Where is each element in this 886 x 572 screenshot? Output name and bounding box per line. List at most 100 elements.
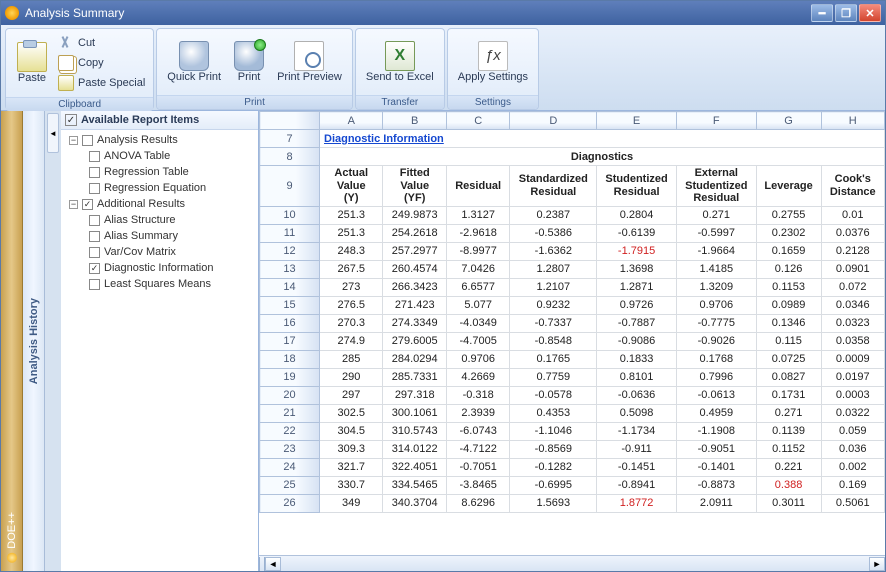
data-cell[interactable]: -4.7122 xyxy=(446,440,509,458)
close-button[interactable]: ✕ xyxy=(859,4,881,22)
row-header[interactable]: 15 xyxy=(260,296,320,314)
data-cell[interactable]: -0.0578 xyxy=(510,386,597,404)
data-cell[interactable]: -0.5386 xyxy=(510,224,597,242)
data-cell[interactable]: 314.0122 xyxy=(383,440,446,458)
data-cell[interactable]: 334.5465 xyxy=(383,476,446,494)
data-cell[interactable]: -0.7051 xyxy=(446,458,509,476)
tree-item[interactable]: Var/Cov Matrix xyxy=(61,244,258,260)
data-cell[interactable]: 0.1139 xyxy=(756,422,821,440)
data-cell[interactable]: 0.1768 xyxy=(676,350,756,368)
tree-item[interactable]: Alias Structure xyxy=(61,212,258,228)
row-header[interactable]: 10 xyxy=(260,206,320,224)
data-cell[interactable]: -0.8941 xyxy=(597,476,677,494)
data-cell[interactable]: -0.911 xyxy=(597,440,677,458)
data-cell[interactable]: 349 xyxy=(320,494,383,512)
data-cell[interactable]: 1.8772 xyxy=(597,494,677,512)
sheet-scroll[interactable]: ABCDEFGH7Diagnostic Information8Diagnost… xyxy=(259,111,885,555)
collapse-icon[interactable]: − xyxy=(69,136,78,145)
data-cell[interactable]: -0.0636 xyxy=(597,386,677,404)
item-checkbox[interactable] xyxy=(89,215,100,226)
tree-group[interactable]: −Analysis Results xyxy=(61,132,258,148)
data-cell[interactable]: 276.5 xyxy=(320,296,383,314)
data-cell[interactable]: 0.4353 xyxy=(510,404,597,422)
data-cell[interactable]: -0.5997 xyxy=(676,224,756,242)
col-header[interactable]: D xyxy=(510,112,597,130)
data-cell[interactable]: 0.1659 xyxy=(756,242,821,260)
data-cell[interactable]: 0.271 xyxy=(756,404,821,422)
data-cell[interactable]: 0.2387 xyxy=(510,206,597,224)
data-cell[interactable]: 248.3 xyxy=(320,242,383,260)
data-cell[interactable]: 0.169 xyxy=(821,476,885,494)
data-cell[interactable]: 1.2871 xyxy=(597,278,677,296)
copy-button[interactable]: Copy xyxy=(54,53,149,73)
data-cell[interactable]: 0.9726 xyxy=(597,296,677,314)
tree-item[interactable]: Diagnostic Information xyxy=(61,260,258,276)
data-cell[interactable]: 304.5 xyxy=(320,422,383,440)
data-cell[interactable]: 0.9706 xyxy=(676,296,756,314)
data-cell[interactable]: -0.8569 xyxy=(510,440,597,458)
data-cell[interactable]: 0.388 xyxy=(756,476,821,494)
data-cell[interactable]: -1.9664 xyxy=(676,242,756,260)
data-cell[interactable]: 0.2128 xyxy=(821,242,885,260)
data-cell[interactable]: 0.2302 xyxy=(756,224,821,242)
data-cell[interactable]: 0.2755 xyxy=(756,206,821,224)
collapse-tree-button[interactable]: ◄ xyxy=(47,113,59,153)
row-header[interactable]: 11 xyxy=(260,224,320,242)
item-checkbox[interactable] xyxy=(89,167,100,178)
row-header[interactable]: 18 xyxy=(260,350,320,368)
row-header[interactable]: 19 xyxy=(260,368,320,386)
tree-item[interactable]: Regression Equation xyxy=(61,180,258,196)
col-header[interactable]: H xyxy=(821,112,885,130)
data-cell[interactable]: 251.3 xyxy=(320,224,383,242)
data-cell[interactable]: -4.0349 xyxy=(446,314,509,332)
data-cell[interactable]: 297.318 xyxy=(383,386,446,404)
data-cell[interactable]: -0.1401 xyxy=(676,458,756,476)
paste-special-button[interactable]: Paste Special xyxy=(54,73,149,93)
data-cell[interactable]: -0.8548 xyxy=(510,332,597,350)
data-cell[interactable]: 0.0003 xyxy=(821,386,885,404)
col-header[interactable]: G xyxy=(756,112,821,130)
row-header[interactable]: 17 xyxy=(260,332,320,350)
corner-cell[interactable] xyxy=(260,112,320,130)
tree-group[interactable]: −Additional Results xyxy=(61,196,258,212)
header-checkbox[interactable]: ✓ xyxy=(65,114,77,126)
data-cell[interactable]: -1.6362 xyxy=(510,242,597,260)
data-cell[interactable]: 0.1833 xyxy=(597,350,677,368)
data-cell[interactable]: 0.1765 xyxy=(510,350,597,368)
row-header[interactable]: 21 xyxy=(260,404,320,422)
data-cell[interactable]: 0.9706 xyxy=(446,350,509,368)
data-cell[interactable]: 0.0901 xyxy=(821,260,885,278)
data-cell[interactable]: 0.0725 xyxy=(756,350,821,368)
data-cell[interactable]: 0.0358 xyxy=(821,332,885,350)
data-cell[interactable]: 310.5743 xyxy=(383,422,446,440)
analysis-history-tab[interactable]: Analysis History xyxy=(23,111,45,571)
data-cell[interactable]: 0.7996 xyxy=(676,368,756,386)
data-cell[interactable]: 0.059 xyxy=(821,422,885,440)
data-cell[interactable]: 330.7 xyxy=(320,476,383,494)
data-cell[interactable]: 1.4185 xyxy=(676,260,756,278)
data-cell[interactable]: -3.8465 xyxy=(446,476,509,494)
data-cell[interactable]: 0.1153 xyxy=(756,278,821,296)
data-cell[interactable]: 267.5 xyxy=(320,260,383,278)
data-cell[interactable]: 0.072 xyxy=(821,278,885,296)
data-cell[interactable]: 0.1346 xyxy=(756,314,821,332)
row-header[interactable]: 24 xyxy=(260,458,320,476)
data-cell[interactable]: 6.6577 xyxy=(446,278,509,296)
data-cell[interactable]: 273 xyxy=(320,278,383,296)
data-cell[interactable]: -0.6139 xyxy=(597,224,677,242)
data-cell[interactable]: 8.6296 xyxy=(446,494,509,512)
data-cell[interactable]: 257.2977 xyxy=(383,242,446,260)
data-cell[interactable]: -0.0613 xyxy=(676,386,756,404)
data-cell[interactable]: 0.0376 xyxy=(821,224,885,242)
row-header[interactable]: 26 xyxy=(260,494,320,512)
data-cell[interactable]: 1.2107 xyxy=(510,278,597,296)
group-checkbox[interactable] xyxy=(82,135,93,146)
data-cell[interactable]: 0.0989 xyxy=(756,296,821,314)
item-checkbox[interactable] xyxy=(89,279,100,290)
item-checkbox[interactable] xyxy=(89,263,100,274)
data-cell[interactable]: 340.3704 xyxy=(383,494,446,512)
data-cell[interactable]: -6.0743 xyxy=(446,422,509,440)
data-cell[interactable]: 0.0009 xyxy=(821,350,885,368)
row-header[interactable]: 9 xyxy=(260,166,320,207)
apply-settings-button[interactable]: ƒx Apply Settings xyxy=(452,31,534,93)
